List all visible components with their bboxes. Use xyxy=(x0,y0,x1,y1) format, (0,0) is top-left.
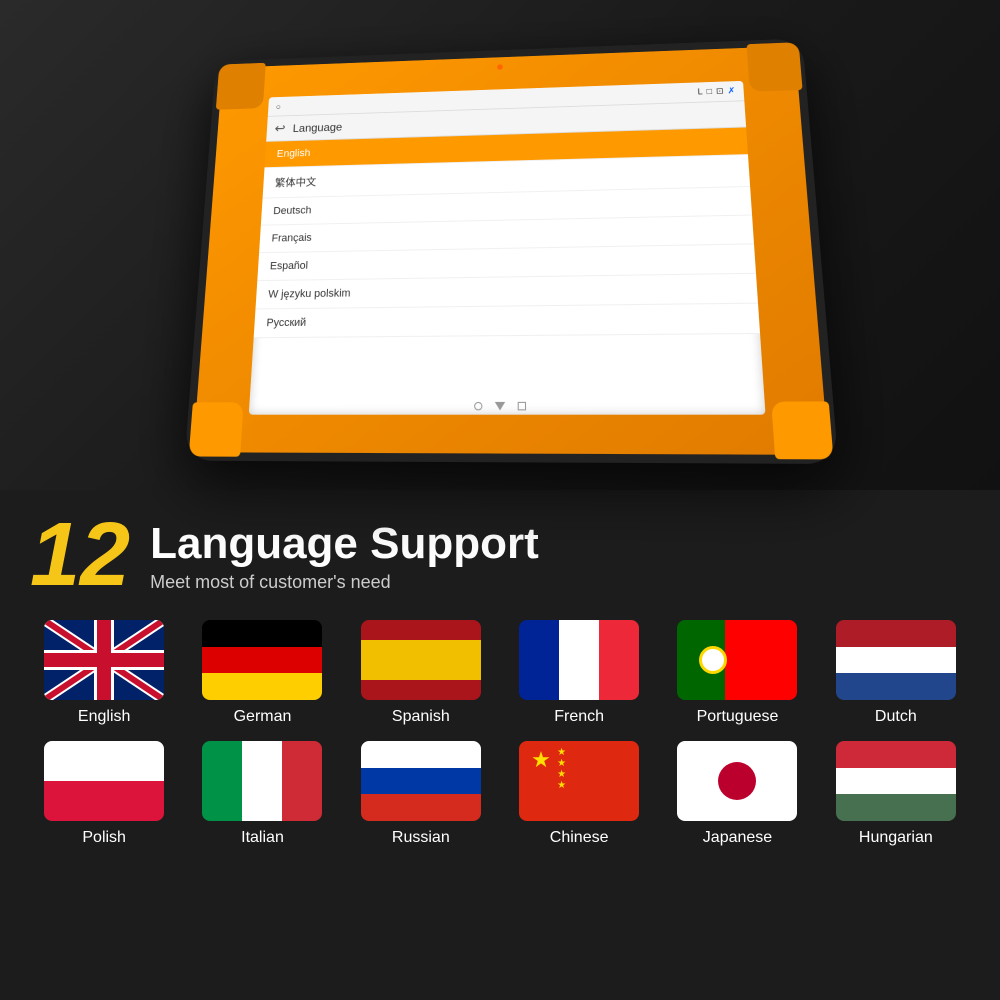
flag-japanese xyxy=(677,741,797,821)
lang-cell-french: French xyxy=(505,620,653,726)
header-row: 12 Language Support Meet most of custome… xyxy=(30,510,970,600)
label-spanish: Spanish xyxy=(392,708,450,726)
bumper-br xyxy=(771,401,833,459)
portuguese-right xyxy=(725,620,797,700)
german-stripe-black xyxy=(202,620,322,647)
tablet-screen: ○ L □ ⊡ ✗ ↩ Language English 繁体中文 xyxy=(249,81,765,414)
lang-item-russian[interactable]: Русский xyxy=(254,304,760,339)
french-stripe-red xyxy=(599,620,639,700)
icon-box: □ xyxy=(706,87,712,97)
tablet-body: ○ L □ ⊡ ✗ ↩ Language English 繁体中文 xyxy=(193,46,829,455)
flag-french xyxy=(519,620,639,700)
russian-stripe-red xyxy=(361,794,481,821)
hungarian-stripe-green xyxy=(836,794,956,821)
japan-circle xyxy=(718,762,756,800)
italian-stripe-red xyxy=(282,741,322,821)
label-german: German xyxy=(234,708,292,726)
label-english: English xyxy=(78,708,130,726)
language-list: English 繁体中文 Deutsch Français Español W … xyxy=(254,128,760,339)
status-icons: L □ ⊡ ✗ xyxy=(697,86,735,97)
app-bar-title: Language xyxy=(292,121,342,135)
lang-cell-spanish: Spanish xyxy=(347,620,495,726)
label-french: French xyxy=(554,708,604,726)
language-count: 12 xyxy=(30,510,130,600)
portuguese-emblem xyxy=(699,646,727,674)
flag-english xyxy=(44,620,164,700)
bumper-tl xyxy=(216,63,266,110)
polish-stripe-red xyxy=(44,781,164,821)
bumper-tr xyxy=(747,42,803,92)
flag-portuguese xyxy=(677,620,797,700)
lang-cell-chinese: ★ ★★★★ Chinese xyxy=(505,741,653,847)
status-left: ○ xyxy=(276,102,282,111)
lang-cell-english: English xyxy=(30,620,178,726)
icon-l: L xyxy=(697,87,703,97)
nav-recent-icon[interactable] xyxy=(518,401,526,410)
flag-german xyxy=(202,620,322,700)
label-japanese: Japanese xyxy=(703,829,772,847)
china-small-stars: ★★★★ xyxy=(557,747,566,791)
section-title: Language Support xyxy=(150,520,539,568)
italian-stripe-white xyxy=(242,741,282,821)
flag-chinese: ★ ★★★★ xyxy=(519,741,639,821)
flag-italian xyxy=(202,741,322,821)
china-big-star: ★ xyxy=(531,749,551,771)
bumper-bl xyxy=(189,402,244,456)
dutch-stripe-red xyxy=(836,620,956,647)
italian-stripe-green xyxy=(202,741,242,821)
label-polish: Polish xyxy=(82,829,126,847)
label-portuguese: Portuguese xyxy=(697,708,779,726)
lang-cell-hungarian: Hungarian xyxy=(822,741,970,847)
label-chinese: Chinese xyxy=(550,829,609,847)
spanish-stripe-red2 xyxy=(361,680,481,700)
flag-polish xyxy=(44,741,164,821)
nav-back-icon[interactable] xyxy=(474,402,482,410)
flag-spanish xyxy=(361,620,481,700)
icon-bt: ✗ xyxy=(727,86,735,96)
hungarian-stripe-red xyxy=(836,741,956,768)
tablet: ○ L □ ⊡ ✗ ↩ Language English 繁体中文 xyxy=(184,38,838,464)
spanish-stripe-red1 xyxy=(361,620,481,640)
french-stripe-white xyxy=(559,620,599,700)
lang-cell-dutch: Dutch xyxy=(822,620,970,726)
spanish-stripe-yellow xyxy=(361,640,481,680)
bottom-section: 12 Language Support Meet most of custome… xyxy=(0,490,1000,1000)
language-grid: English German Spanish xyxy=(30,620,970,847)
lang-cell-polish: Polish xyxy=(30,741,178,847)
title-block: Language Support Meet most of customer's… xyxy=(150,510,539,593)
dutch-stripe-white xyxy=(836,647,956,674)
icon-save: ⊡ xyxy=(716,87,724,97)
polish-stripe-white xyxy=(44,741,164,781)
back-arrow-icon[interactable]: ↩ xyxy=(274,121,286,137)
lang-cell-italian: Italian xyxy=(188,741,336,847)
lang-cell-german: German xyxy=(188,620,336,726)
flag-dutch xyxy=(836,620,956,700)
top-section: ○ L □ ⊡ ✗ ↩ Language English 繁体中文 xyxy=(0,0,1000,490)
german-stripe-yellow xyxy=(202,673,322,700)
nav-bar xyxy=(474,401,526,410)
lang-cell-portuguese: Portuguese xyxy=(663,620,811,726)
uk-flag-svg xyxy=(44,620,164,700)
label-dutch: Dutch xyxy=(875,708,917,726)
german-stripe-red xyxy=(202,647,322,674)
label-hungarian: Hungarian xyxy=(859,829,933,847)
nav-home-icon[interactable] xyxy=(495,402,505,411)
russian-stripe-blue xyxy=(361,768,481,795)
russian-stripe-white xyxy=(361,741,481,768)
section-subtitle: Meet most of customer's need xyxy=(150,572,539,593)
label-italian: Italian xyxy=(241,829,284,847)
dutch-stripe-blue xyxy=(836,673,956,700)
lang-cell-japanese: Japanese xyxy=(663,741,811,847)
french-stripe-blue xyxy=(519,620,559,700)
flag-hungarian xyxy=(836,741,956,821)
lang-cell-russian: Russian xyxy=(347,741,495,847)
flag-russian xyxy=(361,741,481,821)
label-russian: Russian xyxy=(392,829,450,847)
hungarian-stripe-white xyxy=(836,768,956,795)
camera-dot xyxy=(497,64,503,70)
